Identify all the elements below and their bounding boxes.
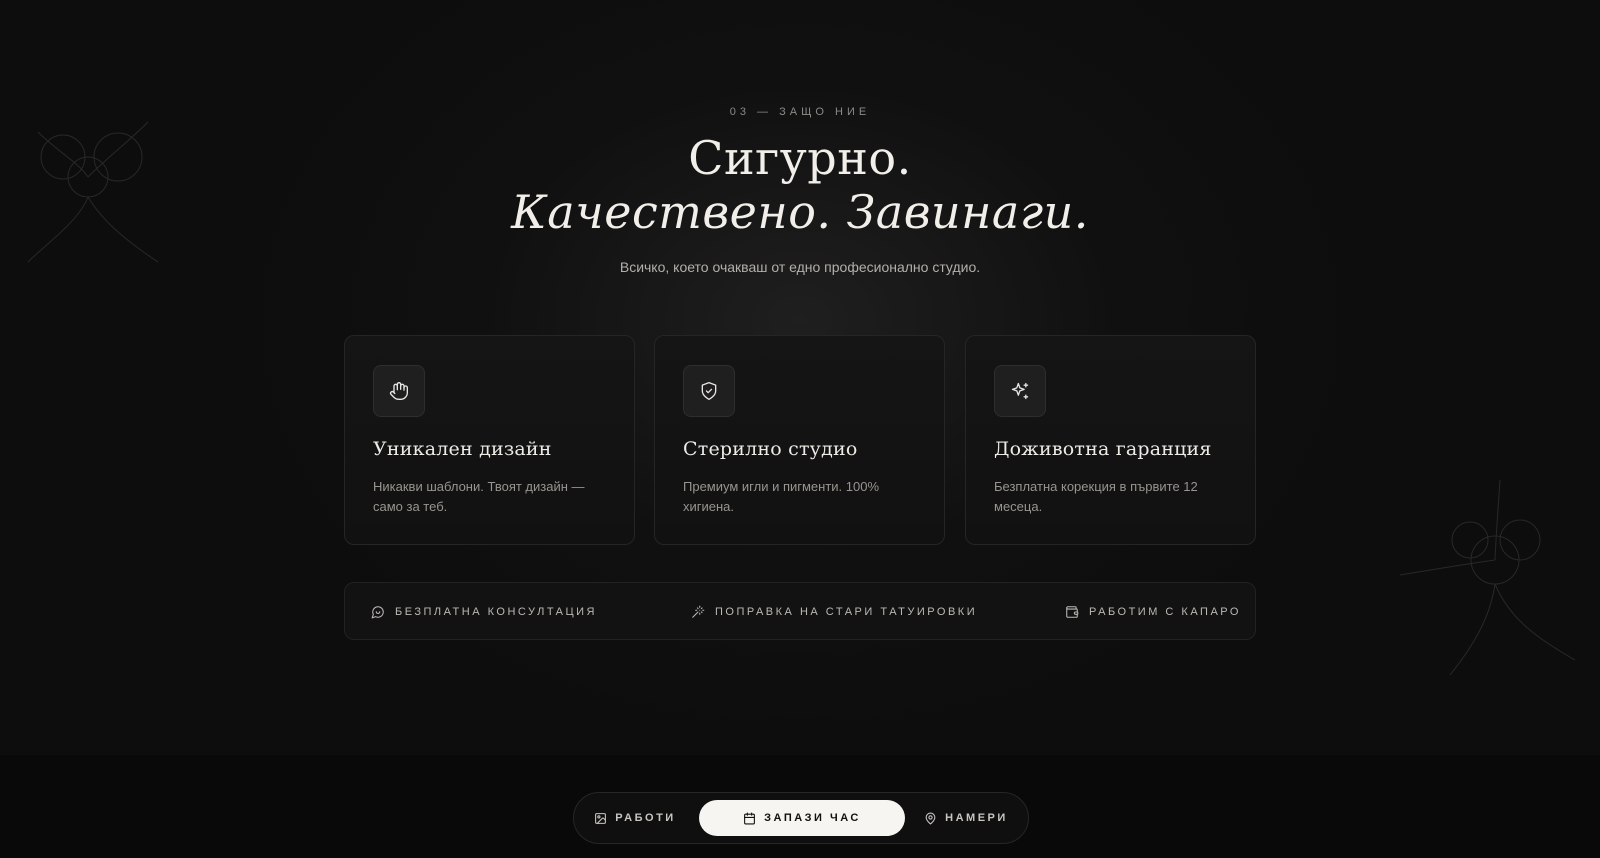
card-icon-box (373, 365, 425, 417)
card-icon-box (683, 365, 735, 417)
sparkles-icon (1011, 382, 1029, 400)
nav-find-button[interactable]: НАМЕРИ (914, 800, 1018, 836)
title-line-2: Качествено. Завинаги. (511, 185, 1089, 239)
calendar-icon (744, 812, 756, 824)
section-title: Сигурно. Качествено. Завинаги. (0, 132, 1600, 240)
card-description: Безплатна корекция в първите 12 месеца. (994, 479, 1198, 514)
feature-label: ПОПРАВКА НА СТАРИ ТАТУИРОВКИ (715, 606, 978, 618)
card-title: Стерилно студио (683, 438, 858, 460)
title-line-1: Сигурно. (688, 131, 912, 185)
feature-free-consultation: БЕЗПЛАТНА КОНСУЛТАЦИЯ (371, 583, 597, 641)
feature-deposit: РАБОТИМ С КАПАРО (1065, 583, 1241, 641)
map-pin-icon (925, 812, 936, 824)
feature-label: БЕЗПЛАТНА КОНСУЛТАЦИЯ (395, 606, 597, 618)
card-title: Доживотна гаранция (994, 438, 1212, 460)
feature-tattoo-fix: ПОПРАВКА НА СТАРИ ТАТУИРОВКИ (691, 583, 977, 641)
wallet-icon (1066, 606, 1079, 618)
card-description: Премиум игли и пигменти. 100% хигиена. (683, 479, 880, 514)
card-lifetime-warranty: Доживотна гаранция Безплатна корекция в … (965, 335, 1256, 545)
section-eyebrow: 03 — ЗАЩО НИЕ (729, 106, 871, 118)
features-bar: БЕЗПЛАТНА КОНСУЛТАЦИЯ ПОПРАВКА НА СТАРИ … (344, 582, 1256, 640)
card-unique-design: Уникален дизайн Никакви шаблони. Твоят д… (344, 335, 635, 545)
hand-icon (389, 382, 408, 400)
image-icon (595, 812, 607, 824)
card-sterile-studio: Стерилно студио Премиум игли и пигменти.… (654, 335, 945, 545)
magic-wand-icon (692, 605, 705, 618)
nav-find-label: НАМЕРИ (945, 812, 1008, 824)
feature-label: РАБОТИМ С КАПАРО (1089, 606, 1241, 618)
chat-icon (371, 606, 384, 619)
nav-book-button[interactable]: ЗАПАЗИ ЧАС (699, 800, 905, 836)
decorative-flower-icon (1400, 480, 1576, 676)
shield-check-icon (701, 382, 717, 400)
card-description: Никакви шаблони. Твоят дизайн — само за … (373, 479, 585, 514)
nav-works-label: РАБОТИ (615, 812, 676, 824)
card-icon-box (994, 365, 1046, 417)
section-subtitle: Всичко, което очакваш от едно професиона… (619, 259, 981, 275)
card-title: Уникален дизайн (373, 438, 552, 460)
feature-cards: Уникален дизайн Никакви шаблони. Твоят д… (344, 335, 1256, 545)
nav-works-button[interactable]: РАБОТИ (584, 800, 686, 836)
bottom-nav: РАБОТИ ЗАПАЗИ ЧАС НАМЕРИ (573, 792, 1029, 844)
page: 03 — ЗАЩО НИЕ Сигурно. Качествено. Завин… (0, 0, 1600, 858)
nav-book-label: ЗАПАЗИ ЧАС (764, 812, 861, 824)
